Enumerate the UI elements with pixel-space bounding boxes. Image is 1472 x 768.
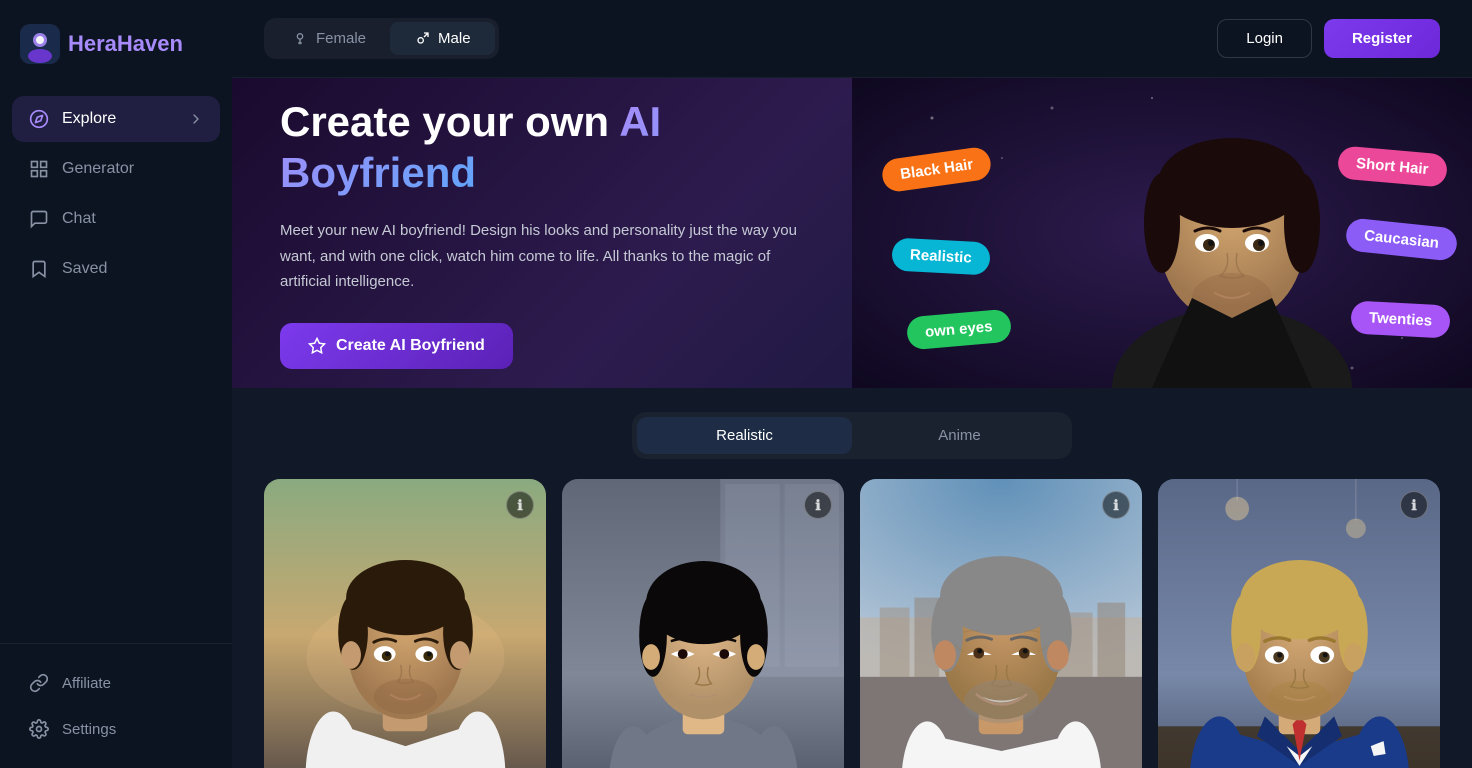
gender-tabs: Female Male <box>264 18 499 59</box>
card-3-info-button[interactable]: ℹ <box>1102 491 1130 519</box>
chevron-right-icon <box>188 111 204 127</box>
bookmark-icon <box>28 258 50 280</box>
sidebar: HeraHaven Explore <box>0 0 232 768</box>
sidebar-item-settings[interactable]: Settings <box>12 706 220 752</box>
auth-buttons: Login Register <box>1217 19 1440 58</box>
create-button-label: Create AI Boyfriend <box>336 337 485 355</box>
sidebar-item-generator-label: Generator <box>62 160 134 178</box>
cards-grid: ℹ <box>232 459 1472 768</box>
hero-description: Meet your new AI boyfriend! Design his l… <box>280 218 800 295</box>
sidebar-item-affiliate[interactable]: Affiliate <box>12 660 220 706</box>
link-icon <box>28 672 50 694</box>
hero-banner: Create your own AI Boyfriend Meet your n… <box>232 78 1472 388</box>
character-card-2[interactable]: ℹ <box>562 479 844 768</box>
main-content: Female Male Login Register Create your o… <box>232 0 1472 768</box>
card-1-image <box>264 479 546 768</box>
sidebar-item-explore-label: Explore <box>62 110 116 128</box>
card-2-image <box>562 479 844 768</box>
sidebar-bottom: Affiliate Settings <box>0 643 232 768</box>
sidebar-item-chat-label: Chat <box>62 210 96 228</box>
gender-tab-female[interactable]: Female <box>268 22 390 55</box>
logo: HeraHaven <box>20 24 212 64</box>
card-4-info-button[interactable]: ℹ <box>1400 491 1428 519</box>
chat-icon <box>28 208 50 230</box>
tag-twenties: Twenties <box>1350 300 1451 338</box>
tag-realistic: Realistic <box>891 237 990 275</box>
logo-icon <box>20 24 60 64</box>
logo-area: HeraHaven <box>0 24 232 96</box>
gender-tab-male[interactable]: Male <box>390 22 495 55</box>
sidebar-item-chat[interactable]: Chat <box>12 196 220 242</box>
tab-realistic[interactable]: Realistic <box>637 417 852 454</box>
card-1-info-button[interactable]: ℹ <box>506 491 534 519</box>
content-tabs: Realistic Anime <box>632 412 1072 459</box>
topbar: Female Male Login Register <box>232 0 1472 78</box>
card-4-image <box>1158 479 1440 768</box>
hero-content: Create your own AI Boyfriend Meet your n… <box>280 97 800 368</box>
character-card-4[interactable]: ℹ <box>1158 479 1440 768</box>
create-ai-boyfriend-button[interactable]: Create AI Boyfriend <box>280 323 513 369</box>
sidebar-item-saved-label: Saved <box>62 260 107 278</box>
card-2-info-button[interactable]: ℹ <box>804 491 832 519</box>
register-button[interactable]: Register <box>1324 19 1440 58</box>
settings-label: Settings <box>62 721 116 738</box>
sidebar-item-saved[interactable]: Saved <box>12 246 220 292</box>
nav-items: Explore Generator Chat <box>0 96 232 643</box>
gear-icon <box>28 718 50 740</box>
compass-icon <box>28 108 50 130</box>
affiliate-label: Affiliate <box>62 675 111 692</box>
sidebar-item-generator[interactable]: Generator <box>12 146 220 192</box>
character-card-3[interactable]: ℹ <box>860 479 1142 768</box>
card-3-image <box>860 479 1142 768</box>
hero-title: Create your own AI Boyfriend <box>280 97 800 198</box>
tab-anime[interactable]: Anime <box>852 417 1067 454</box>
sidebar-item-explore[interactable]: Explore <box>12 96 220 142</box>
content-tabs-area: Realistic Anime <box>232 388 1472 459</box>
hero-image-area: Black Hair Short Hair Realistic Caucasia… <box>852 78 1472 388</box>
login-button[interactable]: Login <box>1217 19 1312 58</box>
grid-icon <box>28 158 50 180</box>
character-card-1[interactable]: ℹ <box>264 479 546 768</box>
logo-text: HeraHaven <box>68 31 183 57</box>
